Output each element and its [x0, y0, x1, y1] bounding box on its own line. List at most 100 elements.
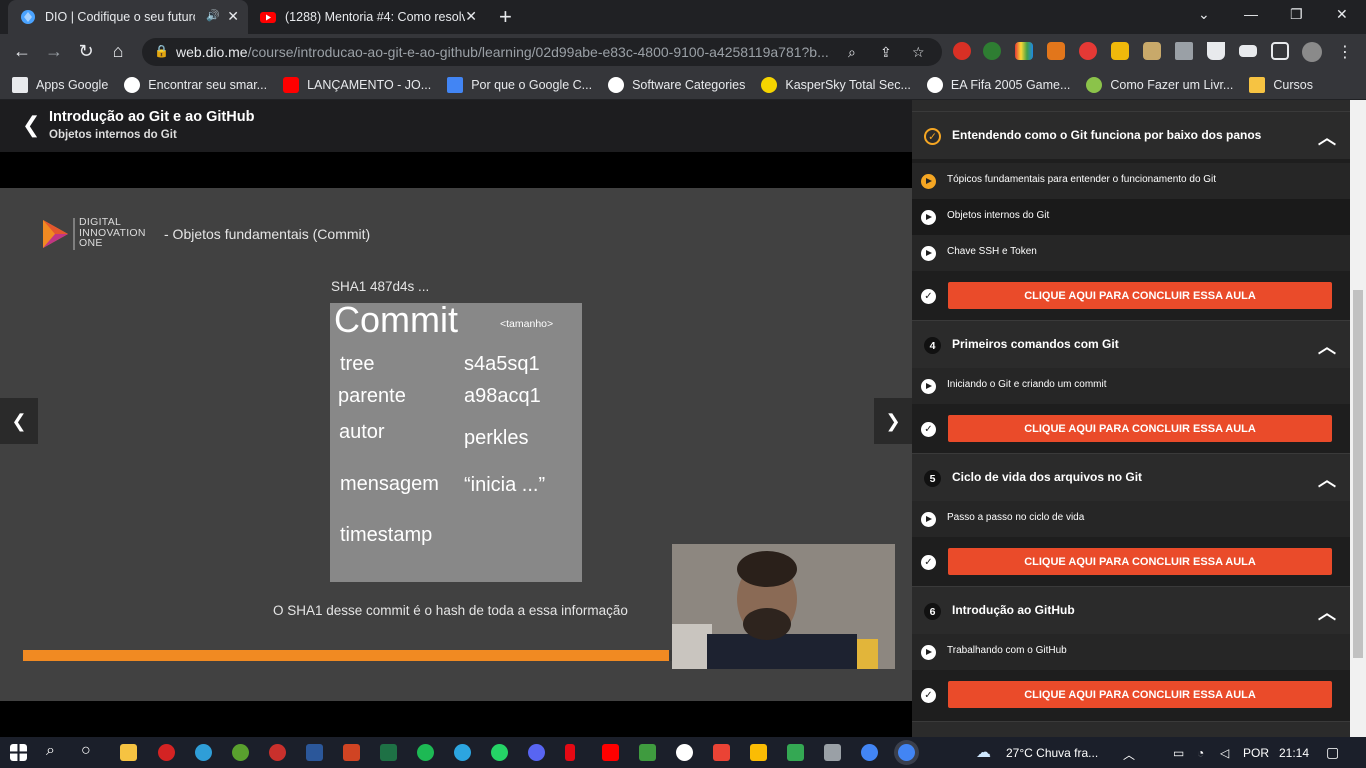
previous-slide-button[interactable]: ❮	[0, 398, 38, 444]
chrome-active-icon[interactable]	[898, 744, 915, 761]
whatsapp-icon[interactable]	[491, 744, 508, 761]
edge-icon[interactable]	[195, 744, 212, 761]
app-green-icon[interactable]	[639, 744, 656, 761]
conclude-lesson-button[interactable]: CLIQUE AQUI PARA CONCLUIR ESSA AULA	[948, 548, 1332, 575]
bookmark-cursos[interactable]: Cursos	[1249, 76, 1313, 93]
chevron-up-icon[interactable]: ︿	[1318, 599, 1336, 625]
utorrent-icon[interactable]	[232, 744, 249, 761]
wifi-icon[interactable]: ◔	[1197, 746, 1204, 760]
bookmark-software[interactable]: Software Categories	[608, 76, 745, 93]
discord-icon[interactable]	[528, 744, 545, 761]
telegram-icon[interactable]	[454, 744, 471, 761]
home-button[interactable]: ⌂	[107, 41, 129, 62]
section-header[interactable]: ✓ Entendendo como o Git funciona por bai…	[912, 111, 1350, 159]
spotify-icon[interactable]	[417, 744, 434, 761]
file-explorer-icon[interactable]	[120, 744, 137, 761]
bookmark-fifa[interactable]: EA Fifa 2005 Game...	[926, 76, 1070, 93]
address-bar[interactable]: 🔒 web.dio.me/course/introducao-ao-git-e-…	[142, 38, 942, 66]
video-player[interactable]: DIGITAL INNOVATION ONE - Objetos fundame…	[0, 188, 912, 701]
lesson-item-current[interactable]: Objetos internos do Git	[912, 199, 1350, 235]
vpn-icon[interactable]	[676, 744, 693, 761]
google-drive-icon[interactable]	[750, 744, 767, 761]
chevron-up-icon[interactable]: ︿	[1318, 466, 1336, 492]
back-button[interactable]: ←	[11, 41, 33, 62]
bookmark-kaspersky[interactable]: KasperSky Total Sec...	[761, 76, 911, 93]
word-icon[interactable]	[306, 744, 323, 761]
volume-icon[interactable]: ◁	[1220, 746, 1229, 760]
tab-youtube[interactable]: (1288) Mentoria #4: Como resolve ✕	[248, 0, 486, 34]
minimize-button[interactable]: —	[1244, 6, 1258, 22]
battery-icon[interactable]: ▭	[1173, 746, 1184, 760]
media-queue-icon[interactable]	[1239, 45, 1257, 57]
scrollbar-thumb[interactable]	[1353, 290, 1363, 658]
language-indicator[interactable]: POR	[1243, 746, 1269, 760]
forward-button[interactable]: →	[43, 41, 65, 62]
chevron-up-icon[interactable]: ︿	[1318, 333, 1336, 359]
extension-binance-icon[interactable]	[1111, 42, 1129, 60]
monitor-icon[interactable]	[824, 744, 841, 761]
new-tab-button[interactable]: +	[499, 4, 512, 30]
section-header[interactable]: 6 Introdução ao GitHub ︿	[912, 586, 1350, 634]
bookmark-youtube[interactable]: LANÇAMENTO - JO...	[283, 76, 431, 93]
lesson-item[interactable]: Tópicos fundamentais para entender o fun…	[912, 163, 1350, 199]
tray-chevron-icon[interactable]: ︿	[1123, 746, 1135, 763]
conclude-lesson-button[interactable]: CLIQUE AQUI PARA CONCLUIR ESSA AULA	[948, 415, 1332, 442]
video-progress-bar[interactable]	[23, 650, 703, 661]
extension-red-icon[interactable]	[953, 42, 971, 60]
bookmark-google[interactable]: Encontrar seu smar...	[124, 76, 267, 93]
bookmark-apps[interactable]: Apps Google	[12, 76, 108, 93]
metamask-icon[interactable]	[1047, 42, 1065, 60]
windows-start-icon[interactable]	[10, 744, 27, 761]
netflix-icon[interactable]	[565, 744, 575, 761]
extension-grid-icon[interactable]	[1015, 42, 1033, 60]
extension-stop-icon[interactable]	[1079, 42, 1097, 60]
excel-icon[interactable]	[380, 744, 397, 761]
clock[interactable]: 21:14	[1279, 746, 1309, 760]
app-multicolor-icon[interactable]	[787, 744, 804, 761]
close-tab-icon[interactable]: ✕	[465, 8, 477, 25]
lesson-item[interactable]: Chave SSH e Token	[912, 235, 1350, 271]
bookmark-google-chrome[interactable]: Por que o Google C...	[447, 76, 592, 93]
search-icon[interactable]: ⌕	[848, 44, 856, 61]
back-arrow-icon[interactable]: ❮	[22, 112, 40, 138]
weather-icon[interactable]: ☁	[976, 743, 991, 761]
search-icon[interactable]: ⌕	[46, 742, 55, 760]
lesson-item[interactable]: Passo a passo no ciclo de vida	[912, 501, 1350, 537]
close-tab-icon[interactable]: ✕	[227, 8, 239, 25]
lesson-item[interactable]: Trabalhando com o GitHub	[912, 634, 1350, 670]
conclude-lesson-button[interactable]: CLIQUE AQUI PARA CONCLUIR ESSA AULA	[948, 681, 1332, 708]
maximize-button[interactable]: ❐	[1290, 6, 1303, 23]
sidebar-scrollbar[interactable]	[1350, 100, 1366, 737]
tab-search-icon[interactable]: ⌄	[1198, 6, 1210, 23]
section-header[interactable]: 5 Ciclo de vida dos arquivos no Git ︿	[912, 453, 1350, 501]
reload-button[interactable]: ↻	[75, 41, 97, 62]
chrome-menu-icon[interactable]: ⋮	[1334, 42, 1356, 62]
extension-notes-icon[interactable]	[1143, 42, 1161, 60]
app-red-icon[interactable]	[269, 744, 286, 761]
opera-icon[interactable]	[158, 744, 175, 761]
cortana-icon[interactable]: ○	[81, 742, 91, 760]
audio-icon[interactable]: 🔊	[206, 9, 220, 22]
gmail-icon[interactable]	[713, 744, 730, 761]
share-icon[interactable]: ⇪	[880, 44, 892, 61]
section-header[interactable]	[912, 721, 1350, 737]
extensions-puzzle-icon[interactable]	[1175, 42, 1193, 60]
next-slide-button[interactable]: ❯	[874, 398, 912, 444]
chevron-up-icon[interactable]: ︿	[1318, 124, 1336, 150]
chrome-icon[interactable]	[861, 744, 878, 761]
powerpoint-icon[interactable]	[343, 744, 360, 761]
youtube-app-icon[interactable]	[602, 744, 619, 761]
notification-icon[interactable]: ▢	[1326, 744, 1339, 761]
labs-flask-icon[interactable]	[1207, 42, 1225, 60]
section-header[interactable]: 4 Primeiros comandos com Git ︿	[912, 320, 1350, 368]
lock-icon[interactable]: 🔒	[154, 44, 169, 58]
close-window-button[interactable]: ✕	[1336, 6, 1348, 23]
lesson-item[interactable]: Iniciando o Git e criando um commit	[912, 368, 1350, 404]
bookmark-livro[interactable]: Como Fazer um Livr...	[1086, 76, 1233, 93]
tab-dio[interactable]: DIO | Codifique o seu futuro 🔊 ✕	[8, 0, 248, 34]
extension-green-icon[interactable]	[983, 42, 1001, 60]
side-panel-icon[interactable]	[1271, 42, 1289, 60]
conclude-lesson-button[interactable]: CLIQUE AQUI PARA CONCLUIR ESSA AULA	[948, 282, 1332, 309]
weather-text[interactable]: 27°C Chuva fra...	[1006, 746, 1098, 760]
bookmark-star-icon[interactable]: ☆	[912, 44, 925, 61]
